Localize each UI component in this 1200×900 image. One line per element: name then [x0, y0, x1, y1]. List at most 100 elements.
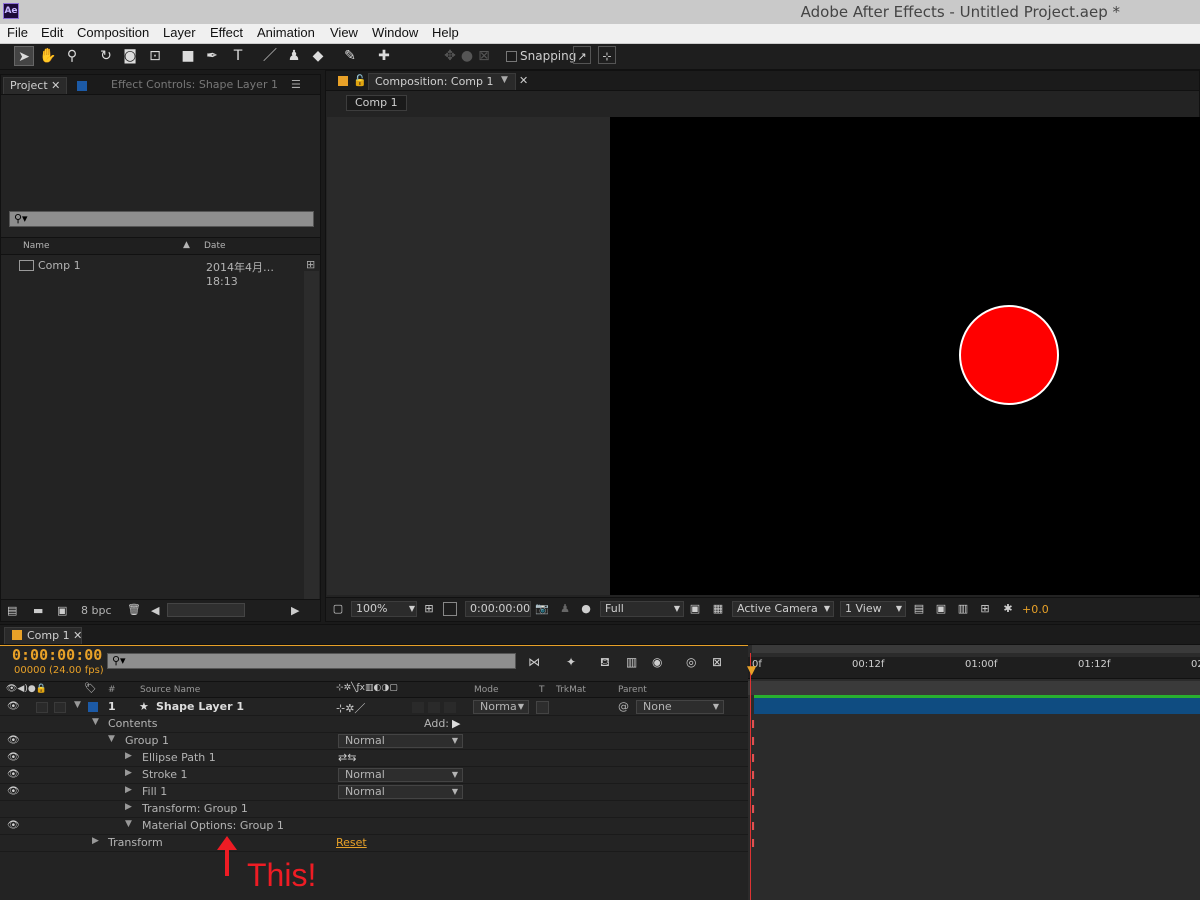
- pick-whip-icon[interactable]: @: [618, 700, 629, 713]
- reset-link[interactable]: Reset: [336, 836, 367, 849]
- visibility-eye-icon[interactable]: 👁: [7, 735, 20, 746]
- layer-switches-icons[interactable]: ⊹✲／: [336, 700, 365, 716]
- comp-viewer[interactable]: [610, 117, 1200, 595]
- work-area-bar[interactable]: [752, 645, 1200, 653]
- brush-tool-icon[interactable]: ／: [260, 46, 280, 66]
- close-icon[interactable]: ✕: [519, 74, 528, 87]
- trash-icon[interactable]: 🗑: [127, 603, 141, 616]
- expand-triangle-icon[interactable]: ▼: [108, 734, 115, 744]
- visibility-eye-icon[interactable]: 👁: [7, 786, 20, 797]
- tab-composition[interactable]: Composition: Comp 1: [368, 73, 516, 90]
- menu-edit[interactable]: Edit: [41, 25, 63, 40]
- rectangle-tool-icon[interactable]: ■: [178, 46, 198, 66]
- chevron-down-icon[interactable]: ▼: [892, 602, 906, 616]
- red-circle-shape[interactable]: [959, 305, 1059, 405]
- interpret-footage-icon[interactable]: ▤: [7, 604, 17, 617]
- menu-effect[interactable]: Effect: [210, 25, 243, 40]
- path-direction-icon[interactable]: ⇄⇆: [338, 751, 356, 764]
- expand-triangle-icon[interactable]: ▼: [74, 700, 81, 710]
- trkmat-box[interactable]: [536, 701, 549, 714]
- scroll-left-icon[interactable]: ◀: [151, 604, 159, 617]
- timeline-timecode[interactable]: 0:00:00:00: [12, 646, 102, 664]
- expand-triangle-icon[interactable]: ▼: [92, 717, 99, 727]
- new-folder-icon[interactable]: ▬: [33, 604, 43, 617]
- roto-brush-tool-icon[interactable]: ✎: [340, 46, 360, 66]
- expand-triangle-icon[interactable]: ▶: [125, 768, 132, 778]
- expand-triangle-icon[interactable]: ▶: [125, 802, 132, 812]
- time-navigator[interactable]: [748, 681, 1200, 695]
- layer-duration-bar[interactable]: [754, 698, 1200, 714]
- add-menu-icon[interactable]: ▶: [452, 717, 460, 730]
- layer-row[interactable]: 👁 ▼ 1 ★ Shape Layer 1 ⊹✲／ Norma ▼ @ None ▼: [0, 699, 748, 716]
- menu-help[interactable]: Help: [432, 25, 459, 40]
- clone-stamp-tool-icon[interactable]: ♟: [284, 46, 304, 66]
- expand-triangle-icon[interactable]: ▶: [125, 751, 132, 761]
- switch-box[interactable]: [444, 702, 456, 713]
- snap-edges-icon[interactable]: ↗: [573, 46, 591, 64]
- comp-breadcrumb[interactable]: Comp 1: [346, 95, 407, 111]
- brainstorm-icon[interactable]: ⊠: [712, 655, 722, 669]
- frame-blending-icon[interactable]: ▥: [626, 655, 637, 669]
- reset-exposure-icon[interactable]: ✱: [1001, 602, 1015, 616]
- comp-mini-flowchart-icon[interactable]: ⋈: [528, 655, 540, 669]
- region-of-interest-icon[interactable]: ⊞: [422, 602, 436, 616]
- puppet-pin-tool-icon[interactable]: ✚: [374, 46, 394, 66]
- lock-box[interactable]: [54, 702, 66, 713]
- transparency-grid-icon[interactable]: [443, 602, 457, 616]
- tab-project[interactable]: Project ✕: [3, 77, 68, 94]
- new-composition-icon[interactable]: ▣: [57, 604, 67, 617]
- timeline-icon[interactable]: ▥: [956, 602, 970, 616]
- exposure-value[interactable]: +0.0: [1022, 603, 1049, 616]
- color-channel-icon[interactable]: ●: [579, 602, 593, 616]
- motion-blur-icon[interactable]: ◉: [652, 655, 662, 669]
- parent-select[interactable]: None ▼: [636, 700, 724, 714]
- lock-icon[interactable]: 🔓: [353, 74, 367, 87]
- tab-effect-controls[interactable]: Effect Controls: Shape Layer 1: [105, 77, 284, 94]
- snapping-checkbox[interactable]: [506, 51, 517, 62]
- sort-up-icon[interactable]: ▲: [183, 240, 190, 250]
- snap-features-icon[interactable]: ⊹: [598, 46, 616, 64]
- menu-composition[interactable]: Composition: [77, 25, 149, 40]
- layer-name[interactable]: Shape Layer 1: [156, 700, 244, 713]
- eraser-tool-icon[interactable]: ◆: [308, 46, 328, 66]
- visibility-eye-icon[interactable]: 👁: [7, 752, 20, 763]
- menu-view[interactable]: View: [330, 25, 358, 40]
- zoom-tool-icon[interactable]: ⚲: [62, 46, 82, 66]
- graph-editor-icon[interactable]: ◎: [686, 655, 696, 669]
- panel-menu-icon[interactable]: ☰: [291, 78, 301, 91]
- label-icon[interactable]: 🏷: [84, 683, 97, 694]
- camera-tool-icon[interactable]: ◙: [120, 46, 140, 66]
- flowchart-icon[interactable]: ⊞: [978, 602, 992, 616]
- stroke-blend-mode-select[interactable]: Normal ▼: [338, 768, 463, 782]
- checkerboard-icon[interactable]: ▦: [711, 602, 725, 616]
- solo-box[interactable]: [36, 702, 48, 713]
- fill-row[interactable]: 👁 ▶ Fill 1 Normal ▼: [0, 784, 748, 801]
- timeline-search-input[interactable]: ⚲▾: [107, 653, 516, 669]
- stroke-row[interactable]: 👁 ▶ Stroke 1 Normal ▼: [0, 767, 748, 784]
- pen-tool-icon[interactable]: ✒: [202, 46, 222, 66]
- viewer-timecode[interactable]: 0:00:00:00: [465, 601, 531, 617]
- toggle-mask-icon[interactable]: ▣: [688, 602, 702, 616]
- show-snapshot-icon[interactable]: ♟: [558, 602, 572, 616]
- layer-label-color[interactable]: [88, 702, 98, 712]
- switch-box[interactable]: [412, 702, 424, 713]
- chevron-down-icon[interactable]: ▼: [501, 75, 508, 85]
- visibility-eye-icon[interactable]: 👁: [7, 701, 20, 712]
- visibility-eye-icon[interactable]: 👁: [7, 820, 20, 831]
- close-icon[interactable]: ✕: [51, 79, 60, 92]
- always-preview-icon[interactable]: ▢: [331, 602, 345, 616]
- contents-row[interactable]: ▼ Contents Add: ▶: [0, 716, 748, 733]
- expand-triangle-icon[interactable]: ▶: [92, 836, 99, 846]
- bpc-label[interactable]: 8 bpc: [81, 604, 112, 617]
- pan-behind-tool-icon[interactable]: ⊡: [145, 46, 165, 66]
- hide-shy-layers-icon[interactable]: ⛾: [600, 655, 610, 671]
- playhead-icon[interactable]: ▼: [747, 663, 756, 677]
- expand-triangle-icon[interactable]: ▼: [125, 819, 132, 829]
- selection-tool-icon[interactable]: ➤: [14, 46, 34, 66]
- project-search-input[interactable]: ⚲▾: [9, 211, 314, 227]
- transform-group-row[interactable]: ▶ Transform: Group 1: [0, 801, 748, 818]
- ellipse-path-row[interactable]: 👁 ▶ Ellipse Path 1 ⇄⇆: [0, 750, 748, 767]
- chevron-down-icon[interactable]: ▼: [670, 602, 684, 616]
- material-options-row[interactable]: 👁 ▼ Material Options: Group 1: [0, 818, 748, 835]
- toggle-pixel-aspect-icon[interactable]: ▤: [912, 602, 926, 616]
